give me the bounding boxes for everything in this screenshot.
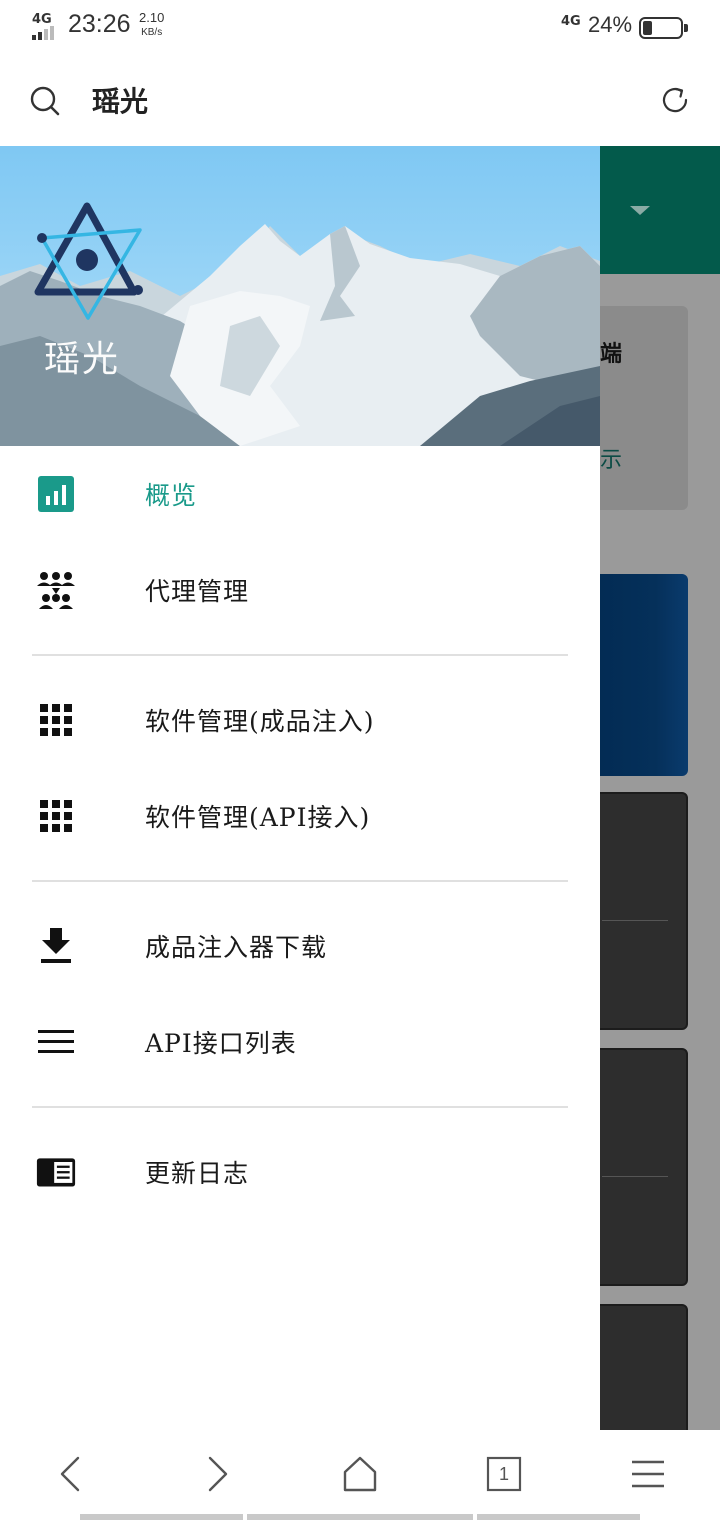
drawer-item-label: 更新日志 bbox=[145, 1159, 250, 1188]
drawer-item-software-api[interactable]: 软件管理(API接入) bbox=[0, 768, 600, 864]
drawer-divider bbox=[32, 880, 568, 882]
drawer-divider bbox=[32, 1106, 568, 1108]
drawer-item-label: 成品注入器下载 bbox=[145, 933, 328, 962]
gesture-bar-segment bbox=[477, 1514, 640, 1520]
drawer-item-label: API接口列表 bbox=[145, 1029, 297, 1058]
bar-chart-icon bbox=[38, 476, 74, 512]
network-type-left: 4G bbox=[32, 12, 52, 27]
background-dark-card bbox=[600, 1048, 688, 1286]
drawer-item-label: 软件管理(成品注入) bbox=[145, 707, 375, 736]
home-button[interactable] bbox=[338, 1452, 382, 1496]
battery-percent: 24% bbox=[588, 12, 633, 37]
network-speed: 2.10 KB/s bbox=[139, 10, 164, 40]
network-speed-value: 2.10 bbox=[139, 10, 165, 25]
back-icon bbox=[60, 1456, 80, 1492]
battery-level-fill bbox=[643, 21, 652, 35]
status-bar: 4G 23:26 2.10 KB/s 4G 24% bbox=[0, 0, 720, 54]
background-page-scrim[interactable]: 端 示 bbox=[600, 146, 720, 1430]
home-icon bbox=[343, 1456, 377, 1492]
drawer-item-label: 代理管理 bbox=[145, 577, 250, 606]
download-icon bbox=[41, 928, 71, 963]
menu-icon bbox=[632, 1460, 664, 1488]
page-title: 瑶光 bbox=[92, 85, 149, 118]
drawer-brand-name: 瑶光 bbox=[44, 339, 121, 380]
grid-icon bbox=[40, 704, 72, 736]
gesture-bar-segment bbox=[80, 1514, 243, 1520]
background-dark-card bbox=[600, 792, 688, 1030]
network-speed-unit: KB/s bbox=[141, 27, 163, 38]
refresh-icon[interactable] bbox=[659, 84, 691, 116]
signal-icon bbox=[32, 26, 60, 40]
background-blue-card bbox=[600, 574, 688, 776]
drawer-item-label: 概览 bbox=[145, 481, 198, 510]
list-icon bbox=[38, 1030, 74, 1053]
gesture-bar-segment bbox=[247, 1514, 473, 1520]
background-card-text: 示 bbox=[600, 448, 623, 473]
navigation-drawer: 瑶光 概览 代理管理 软件管理(成品注入) 软件管理(API接入) 成品注入器下… bbox=[0, 146, 600, 1430]
search-icon[interactable] bbox=[30, 86, 60, 116]
clock: 23:26 bbox=[68, 10, 131, 38]
network-type-right: 4G bbox=[561, 14, 581, 29]
forward-icon bbox=[208, 1456, 228, 1492]
battery-icon bbox=[639, 17, 688, 39]
background-dark-card bbox=[600, 1304, 688, 1430]
drawer-item-agent-management[interactable]: 代理管理 bbox=[0, 542, 600, 638]
dropdown-caret-icon bbox=[630, 206, 650, 215]
tab-count: 1 bbox=[498, 1464, 509, 1484]
grid-icon bbox=[40, 800, 72, 832]
background-page-header bbox=[600, 146, 720, 274]
tabs-button[interactable]: 1 bbox=[482, 1452, 526, 1496]
triangle-eye-logo-icon bbox=[34, 202, 143, 320]
group-icon bbox=[37, 572, 75, 609]
drawer-item-changelog[interactable]: 更新日志 bbox=[0, 1124, 600, 1220]
background-card-title: 端 bbox=[600, 341, 623, 367]
drawer-divider bbox=[32, 654, 568, 656]
drawer-item-overview[interactable]: 概览 bbox=[0, 446, 600, 542]
back-button[interactable] bbox=[50, 1452, 94, 1496]
top-app-bar: 瑶光 bbox=[0, 54, 720, 146]
drawer-item-label: 软件管理(API接入) bbox=[145, 803, 371, 832]
browser-bottom-nav: 1 bbox=[0, 1430, 720, 1520]
drawer-header: 瑶光 bbox=[0, 146, 600, 446]
forward-button[interactable] bbox=[194, 1452, 238, 1496]
drawer-item-injector-download[interactable]: 成品注入器下载 bbox=[0, 898, 600, 994]
background-info-card: 端 示 bbox=[600, 306, 688, 510]
menu-button[interactable] bbox=[626, 1452, 670, 1496]
drawer-item-software-injection[interactable]: 软件管理(成品注入) bbox=[0, 672, 600, 768]
changelog-icon bbox=[36, 1158, 76, 1187]
drawer-item-api-list[interactable]: API接口列表 bbox=[0, 994, 600, 1090]
